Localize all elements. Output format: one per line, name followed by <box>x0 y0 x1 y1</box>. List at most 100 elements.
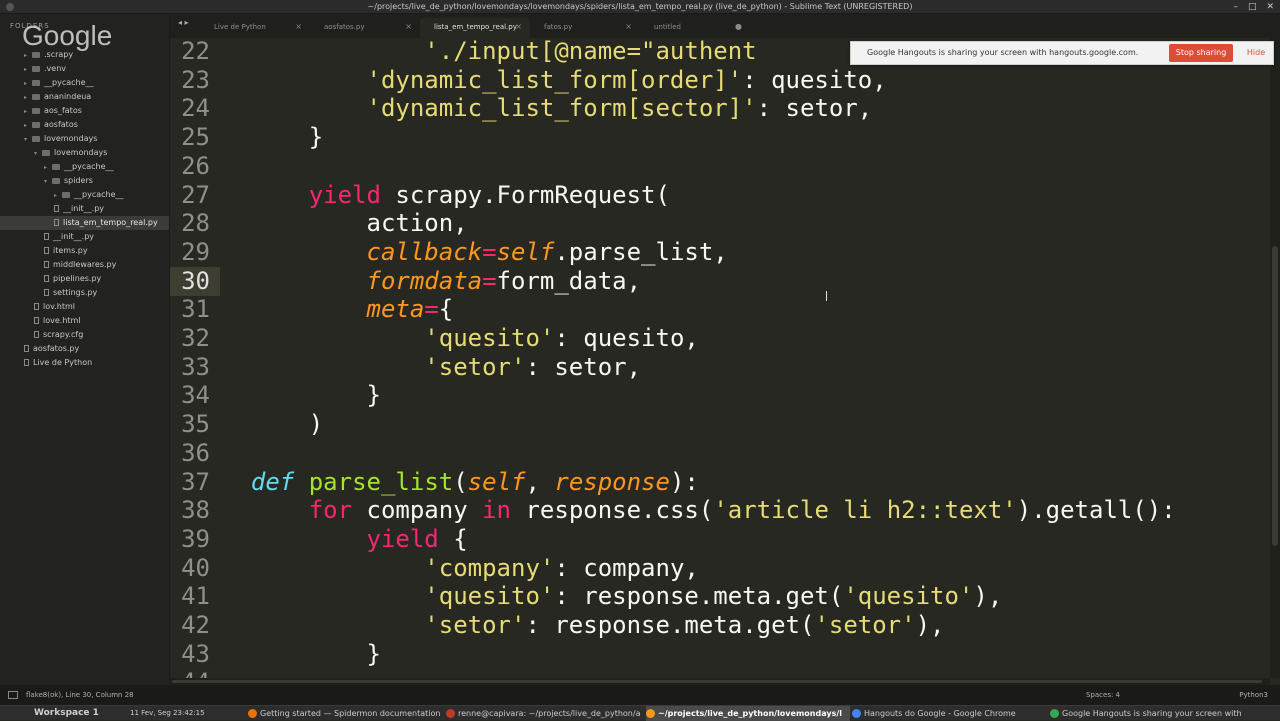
sidebar-item[interactable]: __init__.py <box>0 202 169 216</box>
window-titlebar: ~/projects/live_de_python/lovemondays/lo… <box>0 0 1280 14</box>
code-line[interactable]: 28 action, <box>170 209 1270 238</box>
chevron-right-icon[interactable]: ▸ <box>24 119 32 133</box>
taskbar-window[interactable]: Hangouts do Google - Google Chrome <box>852 706 1048 721</box>
code-line[interactable]: 37 def parse_list(self, response): <box>170 468 1270 497</box>
unsaved-dot-icon[interactable]: ● <box>735 18 742 36</box>
chevron-right-icon[interactable]: ▸ <box>24 49 32 63</box>
code-line[interactable]: 26 <box>170 152 1270 181</box>
chevron-right-icon[interactable]: ▸ <box>54 189 62 203</box>
code-line[interactable]: 23 'dynamic_list_form[order]': quesito, <box>170 66 1270 95</box>
editor-tab[interactable]: aosfatos.py × <box>310 18 420 38</box>
close-window-button[interactable]: ✕ <box>1266 0 1274 14</box>
code-line[interactable]: 39 yield { <box>170 525 1270 554</box>
close-tab-icon[interactable]: × <box>515 18 522 36</box>
line-number: 39 <box>181 524 210 553</box>
sidebar-item[interactable]: ▸ aosfatos <box>0 118 169 133</box>
code-line[interactable]: 43 } <box>170 640 1270 669</box>
sidebar-item-label: __pycache__ <box>74 190 124 199</box>
sidebar-item[interactable]: middlewares.py <box>0 258 169 272</box>
line-number: 35 <box>181 410 210 439</box>
code-line[interactable]: 41 'quesito': response.meta.get('quesito… <box>170 582 1270 611</box>
code-line[interactable]: 29 callback=self.parse_list, <box>170 238 1270 267</box>
chevron-right-icon[interactable]: ▸ <box>24 63 32 77</box>
folder-icon <box>32 107 40 114</box>
sidebar-item[interactable]: items.py <box>0 244 169 258</box>
sidebar-item[interactable]: ▸ ananindeua <box>0 90 169 105</box>
chevron-right-icon[interactable]: ▸ <box>24 105 32 119</box>
editor-tab[interactable]: untitled ● <box>640 18 750 38</box>
panel-toggle-icon[interactable] <box>8 691 18 699</box>
chevron-down-icon[interactable]: ▾ <box>44 175 52 189</box>
notification-text: Google Hangouts is sharing your screen w… <box>867 48 1139 57</box>
code-line[interactable]: 32 'quesito': quesito, <box>170 324 1270 353</box>
status-syntax[interactable]: Python3 <box>1239 685 1268 705</box>
code-line[interactable]: 27 yield scrapy.FormRequest( <box>170 181 1270 210</box>
close-tab-icon[interactable]: × <box>405 18 412 36</box>
code-line[interactable]: 25 } <box>170 123 1270 152</box>
status-indentation[interactable]: Spaces: 4 <box>1086 685 1120 705</box>
taskbar-window[interactable]: Getting started — Spidermon documentatio… <box>248 706 444 721</box>
sidebar-item[interactable]: ▸ __pycache__ <box>0 160 169 175</box>
editor-tab[interactable]: lista_em_tempo_real.py × <box>420 18 530 38</box>
close-tab-icon[interactable]: × <box>625 18 632 36</box>
code-line[interactable]: 38 for company in response.css('article … <box>170 496 1270 525</box>
code-line[interactable]: 31 meta={ <box>170 295 1270 324</box>
sidebar-item[interactable]: lov.html <box>0 300 169 314</box>
status-position: flake8(ok), Line 30, Column 28 <box>26 691 134 699</box>
code-line[interactable]: 42 'setor': response.meta.get('setor'), <box>170 611 1270 640</box>
sidebar-item[interactable]: __init__.py <box>0 230 169 244</box>
code-line[interactable]: 40 'company': company, <box>170 554 1270 583</box>
code-line[interactable]: 34 } <box>170 381 1270 410</box>
maximize-button[interactable]: □ <box>1248 0 1257 14</box>
editor-tab[interactable]: Live de Python × <box>200 18 310 38</box>
code-text: 'company': company, <box>424 553 699 582</box>
taskbar-window[interactable]: ~/projects/live_de_python/lovemondays/l <box>646 706 850 721</box>
app-menu-icon[interactable] <box>6 3 14 11</box>
code-text: action, <box>222 209 468 238</box>
vertical-scroll-thumb[interactable] <box>1272 246 1278 546</box>
sidebar-item[interactable]: ▾ spiders <box>0 174 169 189</box>
close-tab-icon[interactable]: × <box>295 18 302 36</box>
sidebar-item[interactable]: love.html <box>0 314 169 328</box>
code-line[interactable]: 24 'dynamic_list_form[sector]': setor, <box>170 94 1270 123</box>
chevron-down-icon[interactable]: ▾ <box>24 133 32 147</box>
chevron-right-icon[interactable]: ▸ <box>24 91 32 105</box>
editor-tab[interactable]: fatos.py × <box>530 18 640 38</box>
sidebar-item[interactable]: ▾ lovemondays <box>0 146 169 161</box>
sidebar-item[interactable]: ▸ .scrapy <box>0 48 169 63</box>
taskbar-window[interactable]: renne@capivara: ~/projects/live_de_pytho… <box>446 706 644 721</box>
chevron-right-icon[interactable]: ▸ <box>24 77 32 91</box>
code-text: } <box>222 381 381 410</box>
sidebar-item[interactable]: scrapy.cfg <box>0 328 169 342</box>
hide-button[interactable]: Hide <box>1243 44 1269 62</box>
sidebar-item[interactable]: settings.py <box>0 286 169 300</box>
code-editor[interactable]: 22 './input[@name="authent 23 'dynamic_li… <box>170 38 1270 678</box>
code-line[interactable]: 30 formdata=form_data, <box>170 267 1270 296</box>
sidebar-item[interactable]: ▸ .venv <box>0 62 169 77</box>
sidebar-item[interactable]: aosfatos.py <box>0 342 169 356</box>
app-icon <box>248 709 257 718</box>
workspace-switcher[interactable]: Workspace 1 <box>34 706 99 721</box>
code-line[interactable]: 33 'setor': setor, <box>170 353 1270 382</box>
chevron-down-icon[interactable]: ▾ <box>34 147 42 161</box>
sidebar-item[interactable]: ▸ aos_fatos <box>0 104 169 119</box>
chevron-right-icon[interactable]: ▸ <box>44 161 52 175</box>
line-number: 22 <box>181 38 210 65</box>
code-line[interactable]: 44 <box>170 668 1270 678</box>
stop-sharing-button[interactable]: Stop sharing <box>1169 44 1233 62</box>
horizontal-scroll-thumb[interactable] <box>172 680 1262 683</box>
sidebar-item[interactable]: lista_em_tempo_real.py <box>0 216 169 230</box>
sidebar-item[interactable]: pipelines.py <box>0 272 169 286</box>
file-icon <box>44 233 49 240</box>
tab-nav-arrows[interactable]: ◂ ▸ <box>178 18 189 27</box>
sidebar-item[interactable]: ▾ lovemondays <box>0 132 169 147</box>
minimize-button[interactable]: – <box>1233 0 1238 14</box>
sidebar-item[interactable]: ▸ __pycache__ <box>0 188 169 203</box>
code-line[interactable]: 36 <box>170 439 1270 468</box>
line-number: 26 <box>181 151 210 180</box>
sidebar-item[interactable]: ▸ __pycache__ <box>0 76 169 91</box>
code-line[interactable]: 35 ) <box>170 410 1270 439</box>
taskbar-window[interactable]: Google Hangouts is sharing your screen w… <box>1050 706 1250 721</box>
sidebar-item[interactable]: Live de Python <box>0 356 169 370</box>
